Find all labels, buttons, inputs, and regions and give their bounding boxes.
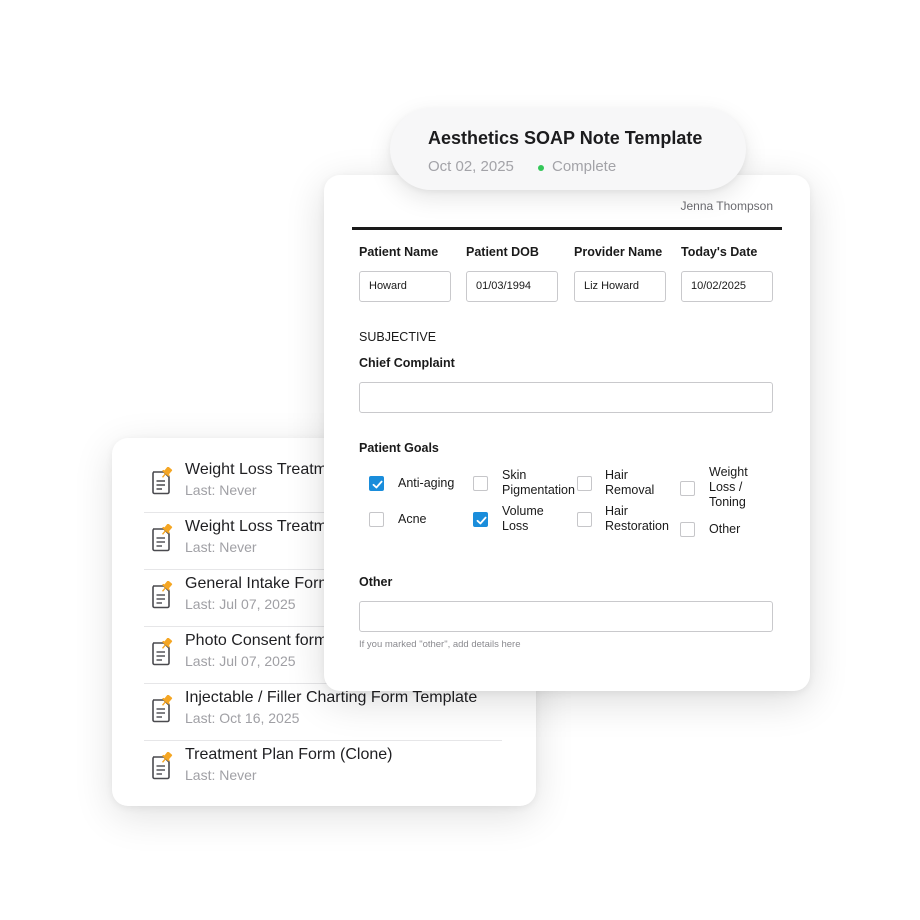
patient-goals-label: Patient Goals [359,441,439,455]
section-title-subjective: SUBJECTIVE [359,330,437,344]
goal-volume-loss-checkbox[interactable] [473,512,488,527]
patient-dob-field[interactable]: 01/03/1994 [466,271,558,302]
goal-hair-removal-label: Hair Removal [605,468,655,497]
pinned-document-icon [152,467,173,495]
list-item-last-used: Last: Never [185,539,257,555]
soap-form-card: Jenna Thompson Patient Name Patient DOB … [324,175,810,691]
list-item-title: Photo Consent form [185,632,328,649]
pinned-document-icon [152,695,173,723]
list-item-title: General Intake Form [185,575,332,592]
pinned-document-icon [152,524,173,552]
status-dot-icon [538,165,544,171]
list-item[interactable]: Treatment Plan Form (Clone) Last: Never [144,740,502,797]
check-icon [476,516,487,525]
patient-name-field[interactable]: Howard [359,271,451,302]
provider-name-label: Provider Name [574,245,663,259]
template-date: Oct 02, 2025 [428,158,514,175]
goal-hair-removal-checkbox[interactable] [577,476,592,491]
other-details-field[interactable] [359,601,773,632]
goal-hair-restoration-label: Hair Restoration [605,504,669,533]
patient-dob-label: Patient DOB [466,245,539,259]
chief-complaint-field[interactable] [359,382,773,413]
goal-hair-restoration-checkbox[interactable] [577,512,592,527]
goal-acne-label: Acne [398,512,427,526]
header-divider [352,227,782,230]
patient-name-label: Patient Name [359,245,439,259]
goal-skin-pigmentation-checkbox[interactable] [473,476,488,491]
goal-other-label: Other [709,522,741,536]
todays-date-field[interactable]: 10/02/2025 [681,271,773,302]
goal-weight-loss-label: Weight Loss / Toning [709,465,748,509]
list-item-last-used: Last: Jul 07, 2025 [185,596,296,612]
list-item[interactable]: Injectable / Filler Charting Form Templa… [144,683,502,741]
list-item-last-used: Last: Never [185,767,257,783]
provider-name-field[interactable]: Liz Howard [574,271,666,302]
other-hint: If you marked "other", add details here [359,639,521,650]
goal-weight-loss-checkbox[interactable] [680,481,695,496]
pinned-document-icon [152,581,173,609]
template-title-card[interactable]: Aesthetics SOAP Note Template Oct 02, 20… [390,108,746,190]
check-icon [372,480,383,489]
chief-complaint-label: Chief Complaint [359,356,455,370]
goal-other-checkbox[interactable] [680,522,695,537]
other-label: Other [359,575,393,589]
list-item-title: Injectable / Filler Charting Form Templa… [185,689,478,706]
goal-skin-pigmentation-label: Skin Pigmentation [502,468,575,497]
list-item-last-used: Last: Oct 16, 2025 [185,710,300,726]
stage: Weight Loss Treatm Last: Never Weight Lo… [0,0,920,920]
goal-anti-aging-checkbox[interactable] [369,476,384,491]
template-title: Aesthetics SOAP Note Template [428,128,703,148]
pinned-document-icon [152,752,173,780]
author-name: Jenna Thompson [680,199,773,213]
goal-acne-checkbox[interactable] [369,512,384,527]
list-item-title: Treatment Plan Form (Clone) [185,746,393,763]
pinned-document-icon [152,638,173,666]
goal-anti-aging-label: Anti-aging [398,476,455,490]
status-text: Complete [552,158,617,175]
goal-volume-loss-label: Volume Loss [502,504,544,533]
list-item-last-used: Last: Jul 07, 2025 [185,653,296,669]
list-item-title: Weight Loss Treatm [185,461,327,478]
todays-date-label: Today's Date [681,245,758,259]
list-item-last-used: Last: Never [185,482,257,498]
list-item-title: Weight Loss Treatm [185,518,327,535]
